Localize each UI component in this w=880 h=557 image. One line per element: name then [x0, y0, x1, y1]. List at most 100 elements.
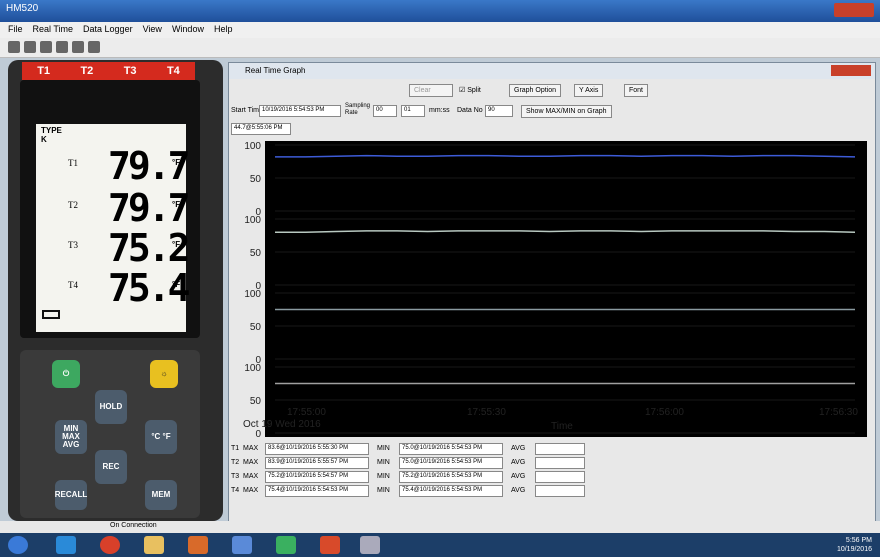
- rec-button[interactable]: REC: [95, 450, 127, 484]
- menu-item[interactable]: Window: [172, 24, 204, 36]
- save-icon[interactable]: [24, 41, 36, 53]
- channel-label: T3: [123, 65, 137, 77]
- y-tick-label: 100: [244, 141, 261, 152]
- x-tick-label: 17:56:00: [645, 407, 684, 418]
- power-button[interactable]: ⏻: [52, 360, 80, 388]
- stats-max-label: MAX: [243, 445, 259, 452]
- channel-header: T1 T2 T3 T4: [22, 62, 195, 80]
- menu-item[interactable]: View: [143, 24, 162, 36]
- app-icon[interactable]: [232, 536, 252, 554]
- type-value: K: [41, 135, 47, 144]
- settings-icon[interactable]: [88, 41, 100, 53]
- datano-label: Data No: [457, 107, 483, 114]
- start-time-field[interactable]: 10/19/2016 5:54:53 PM: [259, 105, 341, 117]
- clock[interactable]: 5:56 PM 10/19/2016: [837, 536, 872, 554]
- stats-min-value: 75.0@10/19/2016 5:54:53 PM: [399, 443, 503, 455]
- stats-max-value: 83.6@10/19/2016 5:55:30 PM: [265, 443, 369, 455]
- battery-icon: [42, 310, 60, 319]
- stats-max-label: MAX: [243, 459, 259, 466]
- reading-row: T3 75.2 °F: [36, 226, 190, 270]
- reading-label: T1: [68, 158, 78, 168]
- stats-row: T4 MAX 75.4@10/19/2016 5:54:53 PM MIN 75.4@1…: [229, 485, 589, 499]
- menu-item[interactable]: Help: [214, 24, 233, 36]
- stats-min-label: MIN: [377, 445, 390, 452]
- status-bar: On Connection: [0, 521, 880, 533]
- stats-avg-label: AVG: [511, 459, 526, 466]
- menu-item[interactable]: Real Time: [33, 24, 74, 36]
- app-icon[interactable]: [276, 536, 296, 554]
- y-tick-label: 50: [250, 174, 262, 185]
- lcd-display: TYPE K T1 79.7 °F T2 79.7 °F T3 75.2 °F T4 75.4 °…: [36, 124, 190, 332]
- y-tick-label: 50: [250, 322, 262, 333]
- stats-avg-label: AVG: [511, 445, 526, 452]
- split-checkbox[interactable]: ☑ Split: [459, 86, 481, 94]
- unit-button[interactable]: °C °F: [145, 420, 177, 454]
- sampling-hours-select[interactable]: 00: [373, 105, 397, 117]
- reading-label: T4: [68, 280, 78, 290]
- clock-time: 5:56 PM: [845, 537, 872, 544]
- yaxis-button[interactable]: Y Axis: [574, 84, 604, 97]
- close-button[interactable]: [834, 3, 874, 17]
- graph-window: Real Time Graph Clear ☑ Split Graph Opti…: [228, 62, 876, 522]
- datano-field[interactable]: 90: [485, 105, 513, 117]
- recall-button[interactable]: RECALL: [55, 480, 87, 510]
- stats-channel: T4: [231, 487, 240, 494]
- stats-min-value: 75.0@10/19/2016 5:54:53 PM: [399, 457, 503, 469]
- backlight-button[interactable]: ☼: [150, 360, 178, 388]
- stats-avg-value[interactable]: [535, 485, 585, 497]
- app-icon[interactable]: [320, 536, 340, 554]
- hold-button[interactable]: HOLD: [95, 390, 127, 424]
- reading-unit: °F: [172, 280, 181, 289]
- font-button[interactable]: Font: [624, 84, 649, 97]
- stats-panel: T1 MAX 83.6@10/19/2016 5:55:30 PM MIN 75.0@1…: [229, 439, 875, 521]
- y-tick-label: 50: [250, 248, 262, 259]
- sampling-unit: mm:ss: [429, 107, 450, 114]
- copy-icon[interactable]: [56, 41, 68, 53]
- start-icon[interactable]: [8, 536, 28, 554]
- graph-window-controls[interactable]: [831, 65, 871, 76]
- taskbar: 5:56 PM 10/19/2016: [0, 533, 880, 557]
- clear-button[interactable]: Clear: [409, 84, 453, 97]
- ie-icon[interactable]: [56, 536, 76, 554]
- folder-icon[interactable]: [144, 536, 164, 554]
- window-title: HM520: [6, 3, 39, 14]
- reading-unit: °F: [172, 200, 181, 209]
- stats-max-label: MAX: [243, 487, 259, 494]
- channel-label: T2: [80, 65, 94, 77]
- stats-avg-value[interactable]: [535, 457, 585, 469]
- stats-channel: T1: [231, 445, 240, 452]
- window-titlebar: HM520: [0, 0, 880, 22]
- x-axis-title: Time: [551, 421, 573, 432]
- reading-label: T3: [68, 240, 78, 250]
- graph-option-button[interactable]: Graph Option: [509, 84, 562, 97]
- menu-item[interactable]: File: [8, 24, 23, 36]
- stats-avg-value[interactable]: [535, 471, 585, 483]
- channel-label: T1: [37, 65, 51, 77]
- keypad: ⏻ ☼ HOLD MIN MAX AVG °C °F REC RECALL ME…: [20, 350, 200, 518]
- sampling-minutes-select[interactable]: 01: [401, 105, 425, 117]
- stats-avg-value[interactable]: [535, 443, 585, 455]
- menu-item[interactable]: Data Logger: [83, 24, 133, 36]
- minmax-button[interactable]: MIN MAX AVG: [55, 420, 87, 454]
- chrome-icon[interactable]: [100, 536, 120, 554]
- y-tick-label: 50: [250, 396, 262, 407]
- stats-max-label: MAX: [243, 473, 259, 480]
- clock-date: 10/19/2016: [836, 546, 872, 553]
- show-minmax-button[interactable]: Show MAX/MIN on Graph: [521, 105, 612, 118]
- print-icon[interactable]: [40, 41, 52, 53]
- reading-unit: °F: [172, 158, 181, 167]
- line-chart[interactable]: 100500100500100500100500: [235, 141, 867, 437]
- stats-row: T1 MAX 83.6@10/19/2016 5:55:30 PM MIN 75.0@1…: [229, 443, 589, 457]
- app-icon[interactable]: [360, 536, 380, 554]
- media-icon[interactable]: [188, 536, 208, 554]
- cursor-readout: 44.7@5:55:06 PM: [231, 123, 291, 135]
- open-icon[interactable]: [8, 41, 20, 53]
- graph-icon[interactable]: [72, 41, 84, 53]
- stats-row: T2 MAX 83.9@10/19/2016 5:55:57 PM MIN 75.0@1…: [229, 457, 589, 471]
- menu-bar: File Real Time Data Logger View Window Help: [0, 22, 880, 38]
- mem-button[interactable]: MEM: [145, 480, 177, 510]
- toolbar: [0, 38, 880, 58]
- type-label: TYPE: [41, 126, 62, 135]
- x-tick-label: 17:55:30: [467, 407, 506, 418]
- y-tick-label: 100: [244, 215, 261, 226]
